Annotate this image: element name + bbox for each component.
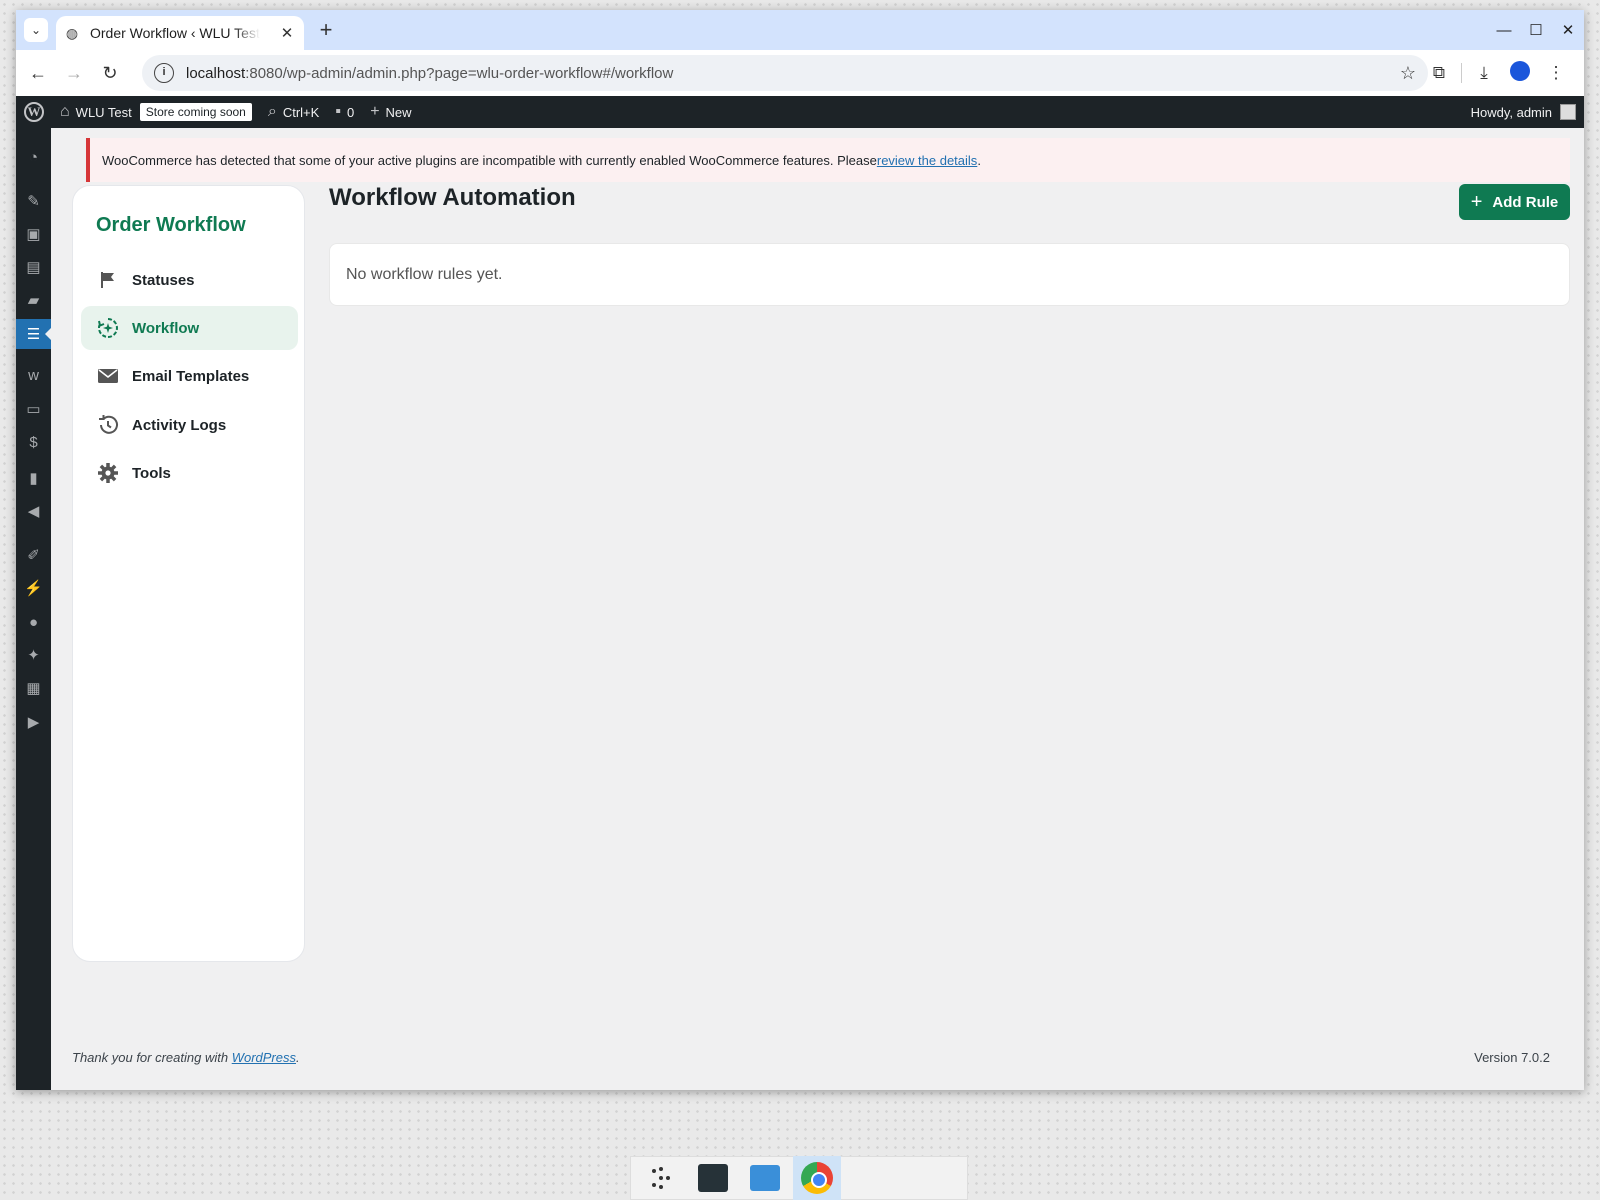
search-icon: ⌕ <box>267 103 277 120</box>
envelope-icon <box>97 365 119 387</box>
command-palette-button[interactable]: ⌕ Ctrl+K <box>260 96 327 128</box>
search-shortcut: Ctrl+K <box>282 104 320 120</box>
workflow-icon <box>97 317 119 339</box>
woocommerce-icon[interactable]: w <box>16 360 51 390</box>
app-sidebar: Order Workflow Statuses Workflow Email T… <box>72 185 305 962</box>
pages-icon[interactable]: ▤ <box>16 252 51 282</box>
wp-admin-menu: ◔ ✎ ▣ ▤ ▰ ☰ w ▭ $ ▮ ◀ ✐ ⚡ ● ✦ ▦ ▶ <box>16 128 51 1090</box>
tab-search-button[interactable]: ⌄ <box>24 18 48 42</box>
nav-label: Activity Logs <box>132 416 227 434</box>
toolbar-divider <box>1461 63 1462 83</box>
browser-window: ⌄ ◍ Order Workflow ‹ WLU Test ✕ + — ☐ ✕ … <box>16 10 1584 1090</box>
site-name: WLU Test <box>75 104 132 120</box>
globe-icon: ◍ <box>65 25 79 41</box>
nav-item-activity-logs[interactable]: Activity Logs <box>81 403 298 447</box>
terminal-app-icon[interactable] <box>689 1156 737 1200</box>
comments-icon[interactable]: ▰ <box>16 285 51 315</box>
analytics-icon[interactable]: ▮ <box>16 463 51 493</box>
maximize-icon[interactable]: ☐ <box>1520 10 1552 50</box>
minimize-icon[interactable]: — <box>1488 10 1520 50</box>
gear-icon <box>97 462 119 484</box>
posts-pin-icon[interactable]: ✎ <box>16 186 51 216</box>
review-details-link[interactable]: review the details <box>877 153 977 168</box>
new-tab-button[interactable]: + <box>314 18 338 42</box>
plus-icon: + <box>370 103 380 120</box>
notice-end: . <box>977 152 981 168</box>
wp-logo-menu[interactable]: W <box>16 96 52 128</box>
media-icon[interactable]: ▣ <box>16 219 51 249</box>
new-content-menu[interactable]: + New <box>362 96 419 128</box>
tab-bar: ⌄ ◍ Order Workflow ‹ WLU Test ✕ + — ☐ ✕ <box>16 10 1584 50</box>
tab-title: Order Workflow ‹ WLU Test <box>90 25 260 41</box>
tools-wrench-icon[interactable]: ✦ <box>16 640 51 670</box>
flag-icon <box>97 269 119 291</box>
browser-tab[interactable]: ◍ Order Workflow ‹ WLU Test ✕ <box>56 16 304 50</box>
forward-button[interactable]: → <box>56 55 92 91</box>
footer-thanks: Thank you for creating with WordPress. <box>72 1050 300 1065</box>
marketing-icon[interactable]: ◀ <box>16 496 51 526</box>
nav-label: Tools <box>132 464 171 482</box>
page-title: Workflow Automation <box>329 184 576 211</box>
notice-text: WooCommerce has detected that some of yo… <box>102 152 877 168</box>
nav-item-statuses[interactable]: Statuses <box>81 258 298 302</box>
howdy-text: Howdy, admin <box>1470 104 1552 120</box>
address-bar[interactable]: i localhost:8080/wp-admin/admin.php?page… <box>142 55 1428 91</box>
user-avatar <box>1560 104 1576 120</box>
wordpress-link[interactable]: WordPress <box>232 1050 296 1065</box>
reload-button[interactable]: ↻ <box>92 55 128 91</box>
add-rule-button[interactable]: + Add Rule <box>1459 184 1570 220</box>
empty-state-card: No workflow rules yet. <box>329 243 1570 306</box>
footer-thanks-text: Thank you for creating with <box>72 1050 232 1065</box>
files-app-icon[interactable] <box>741 1156 789 1200</box>
taskbar <box>630 1156 968 1200</box>
comment-icon: ▪ <box>335 103 341 120</box>
add-rule-label: Add Rule <box>1492 193 1559 211</box>
footer-version: Version 7.0.2 <box>1474 1050 1550 1065</box>
site-name-menu[interactable]: ⌂ WLU Test Store coming soon <box>52 96 260 128</box>
site-info-icon[interactable]: i <box>154 63 174 83</box>
bookmark-star-icon[interactable]: ☆ <box>1400 63 1416 84</box>
nav-item-email-templates[interactable]: Email Templates <box>81 354 298 398</box>
url-text: localhost:8080/wp-admin/admin.php?page=w… <box>186 64 674 82</box>
nav-item-tools[interactable]: Tools <box>81 451 298 495</box>
nav-label: Email Templates <box>132 367 250 385</box>
collapse-menu-icon[interactable]: ▶ <box>16 707 51 737</box>
close-tab-icon[interactable]: ✕ <box>278 24 296 42</box>
history-icon <box>97 414 119 436</box>
extensions-icon[interactable]: ⧉ <box>1421 63 1457 83</box>
home-icon: ⌂ <box>60 103 70 120</box>
nav-item-workflow[interactable]: Workflow <box>81 306 298 350</box>
empty-state-text: No workflow rules yet. <box>346 265 503 283</box>
wp-admin-bar: W ⌂ WLU Test Store coming soon ⌕ Ctrl+K … <box>16 96 1584 128</box>
comments-menu[interactable]: ▪ 0 <box>327 96 362 128</box>
footer-thanks-end: . <box>296 1050 300 1065</box>
settings-icon[interactable]: ▦ <box>16 673 51 703</box>
order-workflow-menu-icon[interactable]: ☰ <box>16 319 51 349</box>
back-button[interactable]: ← <box>20 55 56 91</box>
app-title: Order Workflow <box>96 214 246 236</box>
browser-toolbar: ← → ↻ i localhost:8080/wp-admin/admin.ph… <box>16 50 1584 96</box>
store-status-badge[interactable]: Store coming soon <box>139 103 252 121</box>
wordpress-logo-icon: W <box>24 102 44 122</box>
close-window-icon[interactable]: ✕ <box>1552 10 1584 50</box>
appearance-icon[interactable]: ✐ <box>16 540 51 570</box>
dashboard-icon[interactable]: ◔ <box>16 142 51 172</box>
plus-icon: + <box>1470 190 1483 213</box>
payments-icon[interactable]: $ <box>16 427 51 457</box>
products-icon[interactable]: ▭ <box>16 394 51 424</box>
download-icon[interactable]: ⤓ <box>1466 63 1502 83</box>
launcher-icon[interactable] <box>637 1156 685 1200</box>
nav-label: Workflow <box>132 319 200 337</box>
menu-kebab-icon[interactable]: ⋮ <box>1538 63 1574 83</box>
woocommerce-notice: WooCommerce has detected that some of yo… <box>86 138 1570 182</box>
users-icon[interactable]: ● <box>16 607 51 637</box>
wp-content: WooCommerce has detected that some of yo… <box>51 128 1584 1090</box>
my-account-menu[interactable]: Howdy, admin <box>1471 104 1584 120</box>
new-label: New <box>385 104 412 120</box>
profile-icon[interactable] <box>1502 60 1538 86</box>
nav-label: Statuses <box>132 271 195 289</box>
plugins-icon[interactable]: ⚡ <box>16 573 51 603</box>
comments-count: 0 <box>346 104 355 120</box>
chrome-app-icon[interactable] <box>793 1156 841 1200</box>
